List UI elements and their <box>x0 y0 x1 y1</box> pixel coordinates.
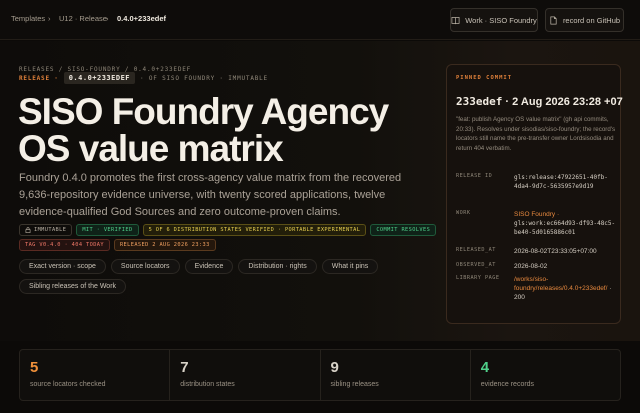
separator: · <box>502 96 513 108</box>
stat-evidence-records: 4 evidence records <box>471 350 620 400</box>
stat-value: 7 <box>180 359 189 376</box>
lock-icon <box>25 227 31 233</box>
tab-what-it-pins[interactable]: What it pins <box>321 259 379 274</box>
status-badge-immutable: IMMUTABLE <box>19 224 73 236</box>
commit-hash: 233edef <box>456 95 503 108</box>
status-badge-tag: TAG V0.4.0 · 404 TODAY <box>19 239 110 251</box>
tab-exact-version[interactable]: Exact version · scope <box>19 259 106 274</box>
release-id-value: gls:release:47922651-40fb-4da4-9d7c-5635… <box>514 174 608 190</box>
stat-label: sibling releases <box>330 381 379 388</box>
book-icon <box>451 16 460 24</box>
github-record-button[interactable]: record on GitHub <box>545 8 624 32</box>
breadcrumb-release-template[interactable]: U12 · Release <box>59 14 107 23</box>
release-description: Foundry 0.4.0 promotes the first cross-a… <box>19 172 402 218</box>
stat-value: 9 <box>330 359 339 376</box>
library-page-value: /works/siso-foundry/releases/0.4.0+233ed… <box>514 275 618 302</box>
page-title: SISO Foundry Agency OS value matrix <box>18 91 389 169</box>
release-suffix: · OF SISO FOUNDRY · IMMUTABLE <box>140 74 268 82</box>
stats-strip: 5 source locators checked 7 distribution… <box>19 349 621 401</box>
github-record-label: record on GitHub <box>562 15 621 25</box>
tab-distribution-rights[interactable]: Distribution · rights <box>238 259 317 274</box>
stat-value: 5 <box>30 359 39 376</box>
section-tabs-row-1: Exact version · scope Source locators Ev… <box>19 259 379 274</box>
release-line: RELEASE · 0.4.0+233EDEF · OF SISO FOUNDR… <box>19 72 268 84</box>
stat-sibling-releases: 9 sibling releases <box>321 350 471 400</box>
status-badges-row-1: IMMUTABLE MIT · VERIFIED 5 OF 6 DISTRIBU… <box>19 224 437 236</box>
work-id: gls:work:ec664d93-df93-48c5-be40-5d01658… <box>514 220 616 236</box>
tab-evidence[interactable]: Evidence <box>184 259 234 274</box>
work-button-label: Work · SISO Foundry <box>465 15 537 25</box>
stat-value: 4 <box>480 359 490 376</box>
commit-heading: 233edef · 2 Aug 2026 23:28 +07 <box>456 95 623 108</box>
release-label: RELEASE · <box>19 74 59 82</box>
stat-source-locators: 5 source locators checked <box>20 350 171 400</box>
commit-date: 2 Aug 2026 23:28 +07 <box>512 96 623 108</box>
document-icon <box>550 16 557 24</box>
breadcrumb-sep: › <box>48 14 51 23</box>
row-key: RELEASE ID <box>456 173 493 179</box>
row-key: OBSERVED_AT <box>456 262 496 268</box>
row-key: WORK <box>456 210 471 216</box>
stat-label: source locators checked <box>30 381 106 388</box>
row-key: LIBRARY PAGE <box>456 275 500 281</box>
card-label: PINNED COMMIT <box>456 75 513 81</box>
status-badge-license: MIT · VERIFIED <box>76 224 139 236</box>
breadcrumb-current: 0.4.0+233edef <box>117 14 166 23</box>
work-link[interactable]: SISO Foundry · <box>514 211 559 218</box>
breadcrumb-sep: › <box>106 14 109 23</box>
released-at-value: 2026-08-02T23:33:05+07:00 <box>514 248 597 255</box>
row-key: RELEASED_AT <box>456 247 496 253</box>
status-badge-commit: COMMIT RESOLVES <box>370 224 437 236</box>
tab-sibling-releases[interactable]: Sibling releases of the Work <box>19 279 127 294</box>
status-badge-distribution: 5 OF 6 DISTRIBUTION STATES VERIFIED · PO… <box>142 224 367 236</box>
top-bar: Templates › U12 · Release › 0.4.0+233ede… <box>0 0 640 40</box>
stat-distribution-states: 7 distribution states <box>170 350 321 400</box>
stat-label: distribution states <box>180 381 235 388</box>
work-button[interactable]: Work · SISO Foundry <box>450 8 538 32</box>
status-badge-released: RELEASED 2 AUG 2026 23:33 <box>113 239 216 251</box>
section-tabs-row-2: Sibling releases of the Work <box>19 279 127 294</box>
badge-label: IMMUTABLE <box>34 227 67 233</box>
status-badges-row-2: TAG V0.4.0 · 404 TODAY RELEASED 2 AUG 20… <box>19 239 216 251</box>
work-value: SISO Foundry · gls:work:ec664d93-df93-48… <box>514 210 618 237</box>
version-chip: 0.4.0+233EDEF <box>63 72 136 84</box>
library-page-link[interactable]: /works/siso-foundry/releases/0.4.0+233ed… <box>514 276 607 292</box>
tab-source-locators[interactable]: Source locators <box>110 259 180 274</box>
pinned-commit-card: PINNED COMMIT 233edef · 2 Aug 2026 23:28… <box>446 64 623 324</box>
observed-at-value: 2026-08-02 <box>514 263 548 270</box>
breadcrumb-templates[interactable]: Templates <box>11 14 45 23</box>
commit-message: "feat: publish Agency OS value matrix" (… <box>456 116 616 152</box>
stat-label: evidence records <box>480 381 535 388</box>
